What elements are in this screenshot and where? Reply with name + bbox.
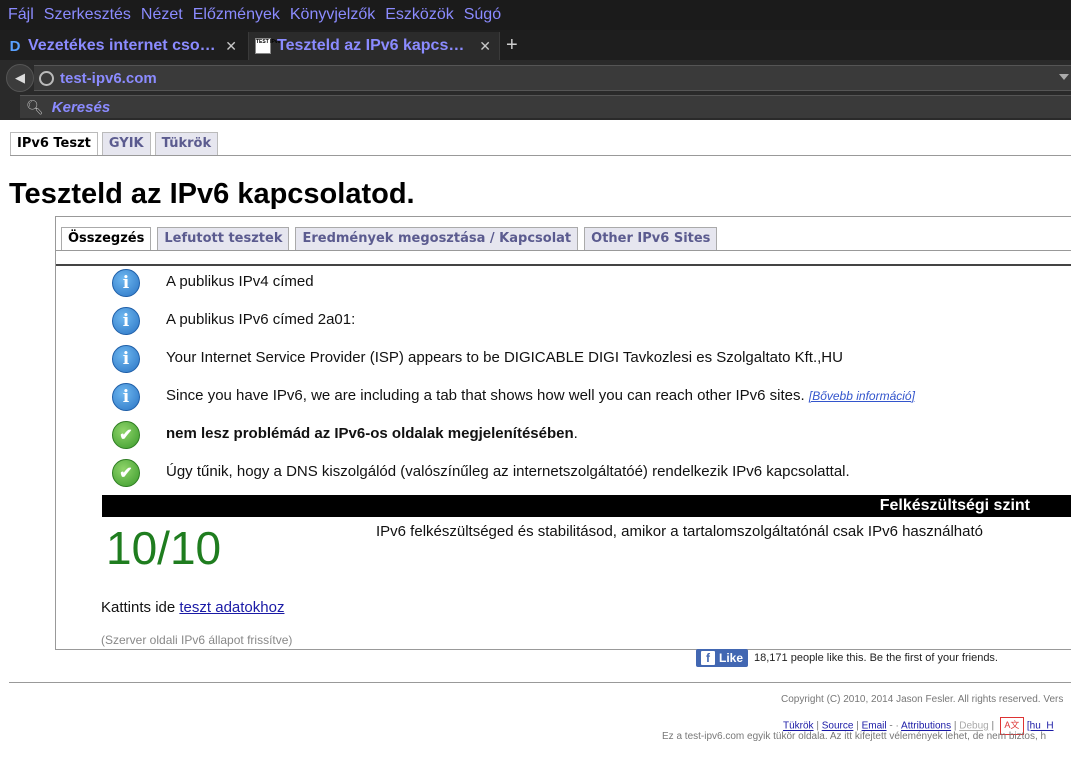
info-icon: i <box>112 383 140 411</box>
search-bar: 🔍︎ <box>0 93 1071 120</box>
result-ipv6-address: i A publikus IPv6 címed 2a01: <box>112 307 355 335</box>
search-input[interactable] <box>49 97 354 117</box>
menu-bar: Fájl Szerkesztés Nézet Előzmények Könyvj… <box>0 0 1071 30</box>
tab-ipv6-test[interactable]: IPv6 Teszt <box>10 132 98 156</box>
test-ipv6-favicon-icon: TEST IPv6 <box>255 38 280 54</box>
footer-link-email[interactable]: Email <box>862 721 887 732</box>
server-status-note: (Szerver oldali IPv6 állapot frissítve) <box>101 633 293 647</box>
menu-history[interactable]: Előzmények <box>193 6 280 24</box>
url-bar[interactable]: test-ipv6.com <box>34 65 1071 91</box>
test-data-link[interactable]: teszt adatokhoz <box>179 599 284 616</box>
page-content: IPv6 Teszt GYIK Tükrök Teszteld az IPv6 … <box>0 120 1071 776</box>
back-arrow-icon: ◀ <box>15 70 25 85</box>
url-dropdown-icon[interactable] <box>1059 74 1069 80</box>
facebook-like-widget: f Like 18,171 people like this. Be the fi… <box>696 649 998 667</box>
check-icon: ✔ <box>112 421 140 449</box>
footer-link-language[interactable]: [hu_H <box>1027 721 1054 732</box>
browser-tab-title: Vezetékes internet cso… <box>28 37 216 54</box>
tab-other-sites[interactable]: Other IPv6 Sites <box>584 227 718 251</box>
result-text-bold: nem lesz problémád az IPv6-os oldalak me… <box>166 425 574 442</box>
tab-faq[interactable]: GYIK <box>101 132 151 156</box>
like-count-text: 18,171 people like this. Be the first of… <box>754 652 998 664</box>
facebook-icon: f <box>701 651 715 665</box>
tab-summary[interactable]: Összegzés <box>61 227 152 251</box>
tab-tests-run[interactable]: Lefutott tesztek <box>157 227 290 251</box>
url-text[interactable]: test-ipv6.com <box>60 70 157 87</box>
menu-file[interactable]: Fájl <box>8 6 34 24</box>
search-box[interactable]: 🔍︎ <box>20 95 1071 118</box>
result-text: A publikus IPv6 címed 2a01: <box>166 311 356 328</box>
tab-share-results[interactable]: Eredmények megosztása / Kapcsolat <box>295 227 579 251</box>
browser-tab-title: Teszteld az IPv6 kapcso… <box>277 37 472 54</box>
copyright: Copyright (C) 2010, 2014 Jason Fesler. A… <box>781 694 1064 705</box>
back-button[interactable]: ◀ <box>6 64 34 92</box>
footer-link-attributions[interactable]: Attributions <box>901 721 951 732</box>
readiness-score: 10/10 <box>106 522 222 574</box>
footer-link-debug[interactable]: Debug <box>959 721 988 732</box>
close-tab-icon[interactable]: ✕ <box>479 38 491 55</box>
footer-link-mirrors[interactable]: Tükrök <box>783 721 814 732</box>
test-link-prefix: Kattints ide <box>101 599 176 616</box>
footer-link-source[interactable]: Source <box>822 721 854 732</box>
page-title: Teszteld az IPv6 kapcsolatod. <box>9 178 415 210</box>
tab-bar: D Vezetékes internet cso… ✕ TEST IPv6 Te… <box>0 30 1071 60</box>
result-text: Your Internet Service Provider (ISP) app… <box>166 349 843 366</box>
navigation-bar: ◀ test-ipv6.com <box>0 60 1071 93</box>
divider <box>56 264 1071 266</box>
facebook-like-button[interactable]: f Like <box>696 649 749 667</box>
result-ipv6-sites: i Since you have IPv6, we are including … <box>112 383 915 411</box>
footer-separator: - <box>889 720 893 732</box>
readiness-label: Felkészültségi szint <box>879 497 1030 514</box>
like-label: Like <box>719 651 744 665</box>
site-identity-icon[interactable] <box>39 70 54 86</box>
mirror-disclaimer: Ez a test-ipv6.com egyik tükör oldala. A… <box>662 731 1047 742</box>
browser-tab-1[interactable]: D Vezetékes internet cso… ✕ <box>0 32 245 60</box>
menu-edit[interactable]: Szerkesztés <box>44 6 131 24</box>
site-tabs: IPv6 Teszt GYIK Tükrök <box>10 132 222 156</box>
result-text: Úgy tűnik, hogy a DNS kiszolgálód (valós… <box>166 463 850 480</box>
result-dns-ok: ✔ Úgy tűnik, hogy a DNS kiszolgálód (val… <box>112 459 850 487</box>
info-icon: i <box>112 269 140 297</box>
d-logo-icon: D <box>9 37 21 55</box>
results-tabs: Összegzés Lefutott tesztek Eredmények me… <box>61 227 723 251</box>
menu-view[interactable]: Nézet <box>141 6 183 24</box>
menu-bookmarks[interactable]: Könyvjelzők <box>290 6 375 24</box>
more-info-link[interactable]: [Bővebb információ] <box>809 389 915 403</box>
close-tab-icon[interactable]: ✕ <box>225 38 237 55</box>
results-panel: Összegzés Lefutott tesztek Eredmények me… <box>55 216 1071 650</box>
result-isp: i Your Internet Service Provider (ISP) a… <box>112 345 843 373</box>
result-ipv4-address: i A publikus IPv4 címed <box>112 269 314 297</box>
test-data-row: Kattints ide teszt adatokhoz <box>101 599 284 616</box>
result-text: Since you have IPv6, we are including a … <box>166 387 915 404</box>
info-icon: i <box>112 307 140 335</box>
info-icon: i <box>112 345 140 373</box>
result-ipv6-ok: ✔ nem lesz problémád az IPv6-os oldalak … <box>112 421 578 449</box>
search-icon: 🔍︎ <box>26 98 44 115</box>
divider <box>9 682 1071 683</box>
menu-tools[interactable]: Eszközök <box>385 6 453 24</box>
divider <box>56 250 1071 251</box>
divider <box>10 155 1071 156</box>
tab-mirrors[interactable]: Tükrök <box>154 132 219 156</box>
readiness-bar: Felkészültségi szint <box>102 495 1071 517</box>
menu-help[interactable]: Súgó <box>464 6 501 24</box>
result-text: nem lesz problémád az IPv6-os oldalak me… <box>166 425 578 442</box>
result-text: A publikus IPv4 címed <box>166 273 314 290</box>
check-icon: ✔ <box>112 459 140 487</box>
result-text-end: . <box>573 425 578 442</box>
result-text-main: Since you have IPv6, we are including a … <box>166 387 805 404</box>
browser-tab-2[interactable]: TEST IPv6 Teszteld az IPv6 kapcso… ✕ <box>248 32 500 60</box>
score-description: IPv6 felkészültséged és stabilitásod, am… <box>376 523 983 540</box>
new-tab-icon[interactable]: + <box>506 35 518 55</box>
